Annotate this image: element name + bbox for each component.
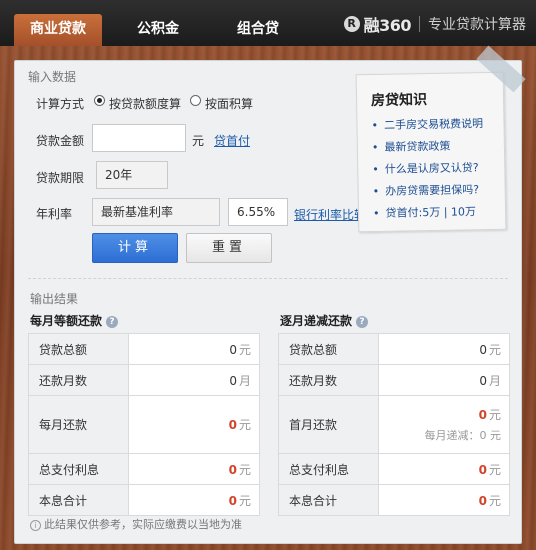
bullet-icon: •: [372, 206, 380, 221]
bullet-icon: •: [372, 162, 379, 177]
section-divider: [28, 278, 508, 279]
down-payment-link[interactable]: 贷首付: [214, 132, 250, 149]
decreasing-installment-table: 贷款总额 0 元 还款月数 0 月 首月还款 0 元每月递减：0 元 总支付利息 0 元 本息合…: [278, 333, 510, 516]
bullet-icon: •: [371, 118, 379, 133]
table-row: 还款月数 0 月: [278, 364, 510, 396]
table-row: 贷款总额 0 元: [28, 333, 260, 365]
decreasing-installment-title: 逐月递减还款?: [280, 312, 369, 329]
tab-provident-fund[interactable]: 公积金: [118, 14, 198, 46]
brand: R 融360 专业贷款计算器: [343, 14, 526, 35]
brand-logo-icon: R: [343, 16, 360, 32]
bullet-icon: •: [371, 140, 379, 155]
table-row: 本息合计 0 元: [278, 484, 510, 516]
table-row: 首月还款 0 元每月递减：0 元: [278, 395, 510, 454]
knowledge-list: • 二手房交易税费说明 • 最新贷款政策 • 什么是认房又认贷? • 办房贷需要担保吗?…: [371, 113, 484, 225]
loan-amount-unit: 元: [192, 134, 205, 148]
equal-installment-title: 每月等额还款?: [30, 312, 119, 329]
knowledge-item[interactable]: • 办房贷需要担保吗?: [372, 179, 484, 203]
equal-installment-table: 贷款总额 0 元 还款月数 0 月 每月还款 0 元 总支付利息 0 元 本息合计 0 元: [28, 333, 260, 516]
radio-by-amount-label[interactable]: 按贷款额度算: [109, 95, 181, 112]
radio-by-area[interactable]: [190, 95, 201, 106]
info-icon: i: [30, 520, 41, 531]
loan-amount-input[interactable]: [92, 124, 186, 152]
calculate-button[interactable]: 计算: [92, 233, 178, 263]
help-icon[interactable]: ?: [106, 315, 119, 328]
table-row: 每月还款 0 元: [28, 395, 260, 454]
reset-button[interactable]: 重置: [186, 233, 272, 263]
loan-term-select[interactable]: 20年: [96, 161, 168, 189]
monthly-decrease-note: 每月递减：0 元: [424, 429, 502, 442]
radio-by-amount[interactable]: [94, 95, 105, 106]
tab-combined-loan[interactable]: 组合贷: [218, 14, 298, 46]
bank-rate-compare-link[interactable]: 银行利率比较: [294, 206, 366, 223]
calc-method-label: 计算方式: [36, 97, 85, 111]
rate-value-input[interactable]: 6.55%: [228, 198, 288, 226]
knowledge-item[interactable]: • 二手房交易税费说明: [371, 113, 483, 137]
output-section-title: 输出结果: [30, 292, 79, 306]
rate-type-select[interactable]: 最新基准利率: [92, 198, 220, 226]
annual-rate-label: 年利率: [36, 207, 73, 221]
loan-term-label: 贷款期限: [36, 171, 85, 185]
top-bar: 商业贷款 公积金 组合贷 R 融360 专业贷款计算器: [0, 0, 536, 46]
radio-by-area-label[interactable]: 按面积算: [205, 95, 253, 112]
table-row: 本息合计 0 元: [28, 484, 260, 516]
knowledge-item[interactable]: • 最新贷款政策: [372, 135, 484, 159]
footnote: i 此结果仅供参考，实际应缴费以当地为准: [30, 516, 242, 532]
bullet-icon: •: [372, 184, 380, 199]
loan-amount-label: 贷款金额: [36, 134, 85, 148]
brand-divider: [419, 16, 420, 32]
help-icon[interactable]: ?: [356, 315, 369, 328]
table-row: 总支付利息 0 元: [28, 453, 260, 485]
knowledge-item[interactable]: • 什么是认房又认贷?: [372, 157, 484, 181]
knowledge-title: 房贷知识: [370, 92, 428, 110]
tab-commercial-loan[interactable]: 商业贷款: [14, 14, 102, 46]
brand-name: 融360: [363, 16, 412, 35]
brand-slogan: 专业贷款计算器: [428, 17, 526, 33]
table-row: 总支付利息 0 元: [278, 453, 510, 485]
table-row: 贷款总额 0 元: [278, 333, 510, 365]
input-section-title: 输入数据: [28, 70, 77, 84]
mortgage-knowledge-card: 房贷知识 • 二手房交易税费说明 • 最新贷款政策 • 什么是认房又认贷? • 办房贷需…: [355, 71, 507, 233]
table-row: 还款月数 0 月: [28, 364, 260, 396]
knowledge-item[interactable]: • 贷首付:5万 | 10万: [373, 201, 485, 225]
